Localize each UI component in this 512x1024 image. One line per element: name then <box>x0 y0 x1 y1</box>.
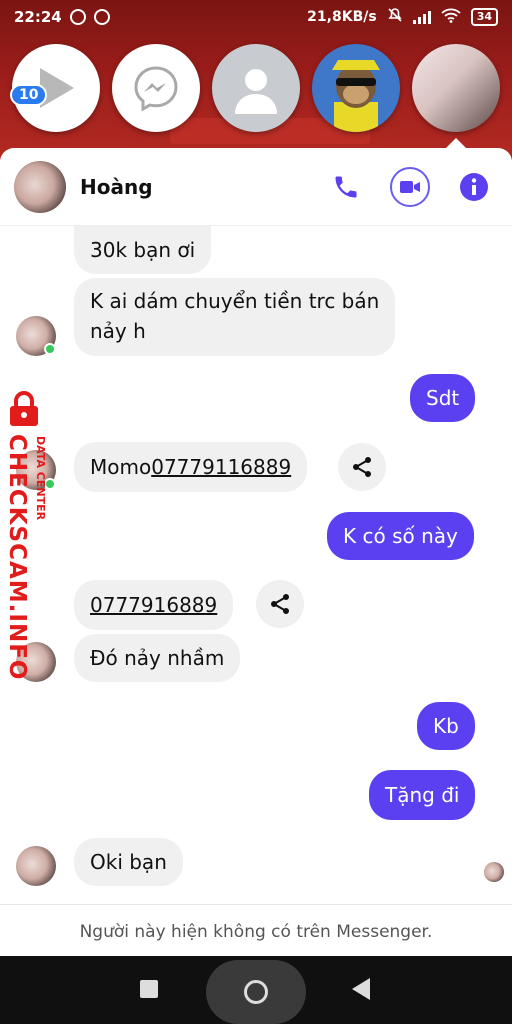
message-bubble-incoming[interactable]: 0777916889 <box>74 580 234 630</box>
system-navigation-bar <box>0 956 512 1024</box>
watermark-brand: CHECKSCAM.INFO <box>4 434 30 681</box>
chat-head-messenger[interactable] <box>112 44 200 132</box>
voice-call-button[interactable] <box>326 167 366 207</box>
chat-header: Hoàng <box>0 148 512 226</box>
signal-icon <box>412 10 431 24</box>
contact-avatar[interactable] <box>14 160 66 213</box>
message-bubble-incoming[interactable]: Oki bạn <box>74 838 183 886</box>
message-bubble-incoming[interactable]: Momo 07779116889 <box>74 442 308 492</box>
chat-head-contact-photo[interactable] <box>412 44 500 132</box>
facebook-icon <box>69 9 86 25</box>
messenger-logo-icon <box>134 66 178 111</box>
message-bubble-outgoing[interactable]: Tặng đi <box>369 770 476 820</box>
message-text: Sdt <box>426 386 460 410</box>
lock-icon <box>10 391 38 426</box>
contact-name[interactable]: Hoàng <box>80 175 153 199</box>
message-text: Tặng đi <box>385 783 460 807</box>
messenger-icon <box>93 9 110 25</box>
message-text: nảy h <box>90 319 146 343</box>
phone-number-link[interactable]: 0777916889 <box>90 593 217 617</box>
watermark-sub: DATA CENTER <box>34 436 47 521</box>
online-status-dot <box>44 343 56 355</box>
recents-button[interactable] <box>140 980 158 998</box>
share-icon <box>353 457 371 477</box>
watermark: CHECKSCAM.INFO DATA CENTER <box>2 390 64 680</box>
status-bar: 22:24 21,8KB/s 34 <box>0 0 512 34</box>
share-button[interactable] <box>338 443 386 491</box>
battery-indicator: 34 <box>470 8 498 26</box>
wifi-icon <box>441 7 461 27</box>
network-speed: 21,8KB/s <box>307 9 377 25</box>
message-text: K có số này <box>343 524 458 548</box>
user-silhouette-icon <box>235 69 277 114</box>
message-bubble-incoming[interactable]: 30k bạn ơi <box>74 226 212 274</box>
home-circle-icon <box>244 980 268 1004</box>
message-bubble-outgoing[interactable]: Sdt <box>410 374 476 422</box>
unread-badge: 10 <box>10 84 48 106</box>
back-button[interactable] <box>352 978 370 1000</box>
chat-head-ape-avatar[interactable] <box>312 44 400 132</box>
message-bubble-incoming[interactable]: K ai dám chuyển tiền trc bán nảy h <box>74 278 396 356</box>
phone-number-link[interactable]: 07779116889 <box>151 455 291 479</box>
chat-head-default-user[interactable] <box>212 44 300 132</box>
message-text: Momo <box>90 455 152 479</box>
unavailable-notice: Người này hiện không có trên Messenger. <box>0 904 512 958</box>
message-text: Kb <box>433 714 459 738</box>
home-button[interactable] <box>206 960 306 1024</box>
share-button[interactable] <box>256 580 304 628</box>
sender-avatar <box>16 846 56 886</box>
status-time: 22:24 <box>14 8 62 26</box>
message-text: Oki bạn <box>90 850 167 874</box>
chat-heads-bar: 10 <box>0 44 512 136</box>
video-call-button[interactable] <box>390 166 430 207</box>
seen-receipt-avatar <box>484 862 504 882</box>
phone-icon <box>335 176 357 197</box>
message-bubble-outgoing[interactable]: Kb <box>417 702 475 750</box>
message-bubble-incoming[interactable]: Đó nảy nhầm <box>74 634 241 682</box>
message-text: 30k bạn ơi <box>90 238 196 262</box>
message-text: K ai dám chuyển tiền trc bán <box>90 289 380 313</box>
message-text: Đó nảy nhầm <box>90 646 225 670</box>
info-icon <box>460 172 488 201</box>
mute-icon <box>387 7 403 27</box>
notice-text: Người này hiện không có trên Messenger. <box>79 921 433 942</box>
share-icon <box>271 594 289 614</box>
ape-avatar-icon <box>332 60 380 132</box>
active-head-pointer <box>446 138 466 148</box>
video-camera-icon <box>400 180 420 193</box>
info-button[interactable] <box>454 167 494 207</box>
message-bubble-outgoing[interactable]: K có số này <box>327 512 474 560</box>
